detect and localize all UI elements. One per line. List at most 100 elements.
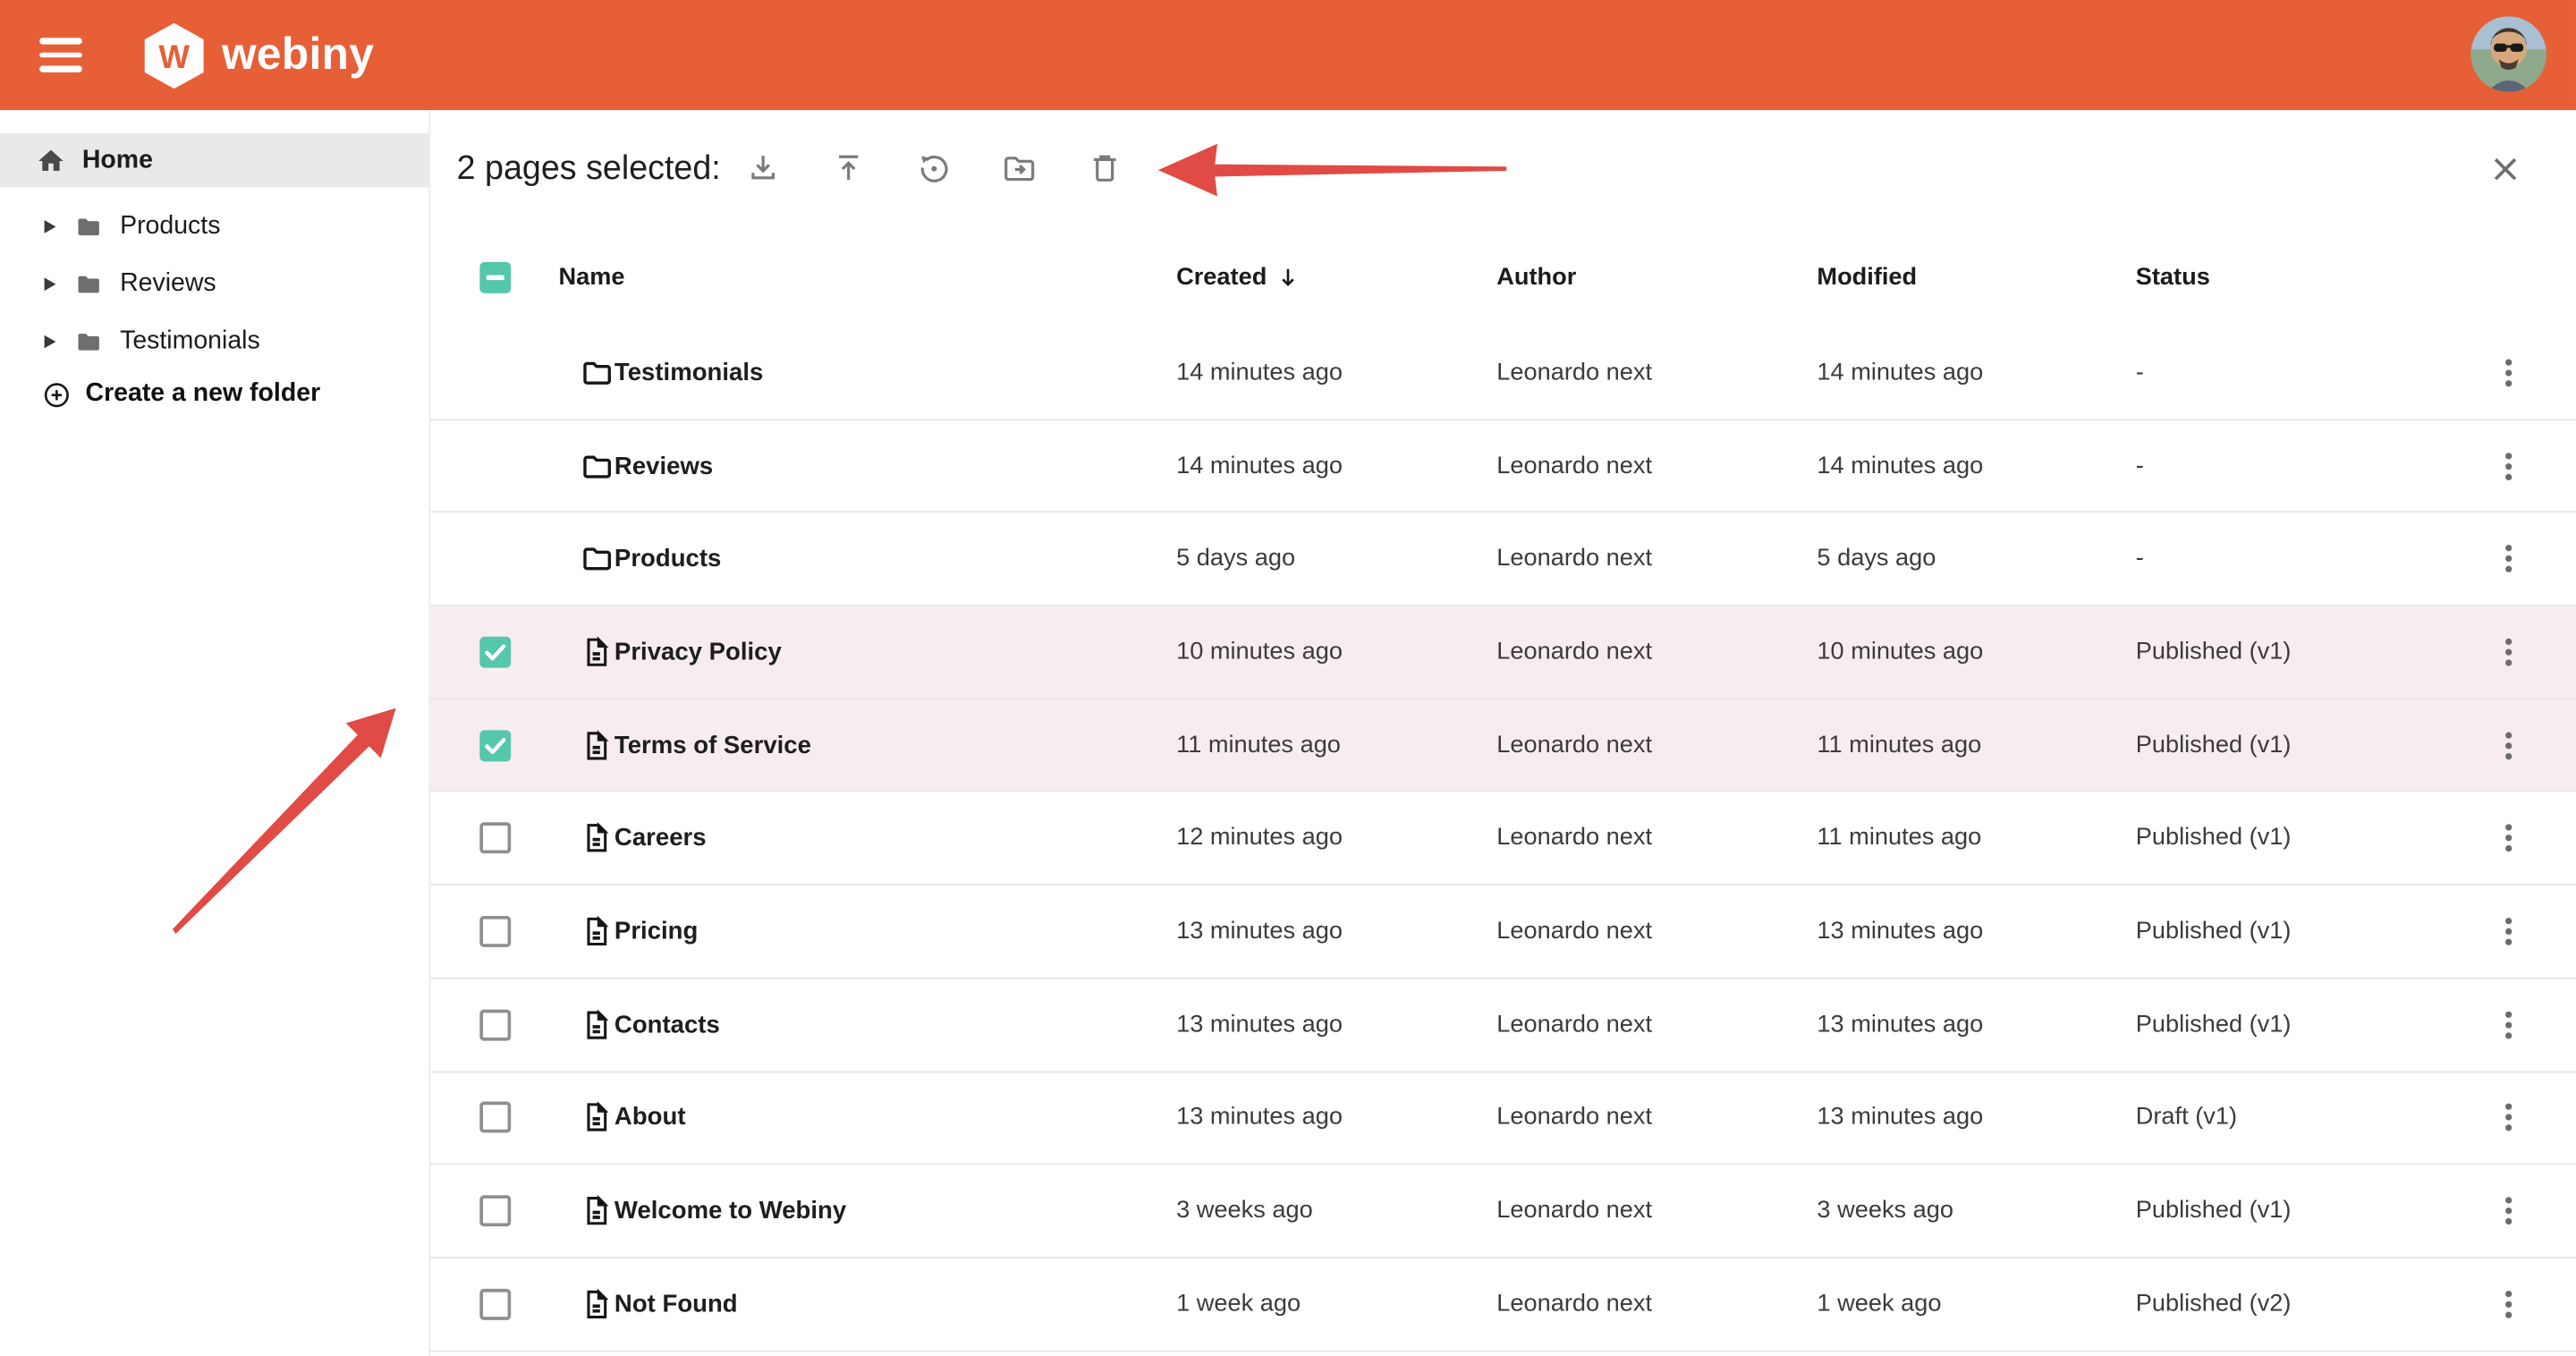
row-checkbox[interactable] [479,637,511,668]
row-checkbox[interactable] [479,1288,511,1319]
svg-text:W: W [158,38,190,74]
row-actions-menu-button[interactable] [2487,814,2530,863]
row-author: Leonardo next [1496,546,1652,572]
row-author: Leonardo next [1496,919,1652,945]
caret-right-icon[interactable] [45,277,56,291]
row-checkbox[interactable] [479,730,511,761]
column-header-author[interactable]: Author [1496,264,1576,290]
row-status: Published (v1) [2136,1012,2292,1038]
row-modified: 13 minutes ago [1817,1105,1983,1131]
user-avatar[interactable] [2470,16,2546,91]
menu-icon[interactable] [39,38,82,72]
row-author: Leonardo next [1496,1291,1652,1317]
row-checkbox[interactable] [479,1195,511,1226]
folder-icon [74,212,104,242]
bulk-actions-bar: 2 pages selected: [428,110,2576,228]
sidebar-item-testimonials[interactable]: Testimonials [0,314,428,369]
close-selection-button[interactable] [2480,144,2529,193]
kebab-menu-icon [2490,1004,2526,1044]
sidebar-item-label: Testimonials [120,327,260,357]
row-name[interactable]: Not Found [614,1290,738,1318]
download-button[interactable] [731,137,793,199]
row-actions-menu-button[interactable] [2487,1093,2530,1142]
selected-count-label: 2 pages selected: [457,148,721,188]
folder-icon [74,269,104,299]
row-name[interactable]: Contacts [614,1011,720,1038]
column-header-name[interactable]: Name [558,264,624,290]
row-author: Leonardo next [1496,1012,1652,1038]
page-icon [580,914,613,949]
row-status: - [2136,546,2144,572]
row-created: 13 minutes ago [1176,1105,1343,1131]
row-name[interactable]: Products [614,545,721,572]
table-row[interactable]: Reviews 14 minutes ago Leonardo next 14 … [428,420,2576,513]
kebab-menu-icon [2490,353,2526,393]
kebab-menu-icon [2490,911,2526,951]
row-checkbox[interactable] [479,916,511,947]
page-icon [580,1287,613,1322]
row-modified: 14 minutes ago [1817,360,1983,386]
row-checkbox[interactable] [479,1102,511,1133]
row-created: 13 minutes ago [1176,1012,1343,1038]
sidebar-item-products[interactable]: Products [0,199,428,254]
table-header-row: Name Created Author Modified Status [428,226,2576,326]
table-row[interactable]: Pricing 13 minutes ago Leonardo next 13 … [428,886,2576,979]
row-status: Published (v1) [2136,1198,2292,1224]
page-icon [580,1007,613,1042]
table-row[interactable]: Not Found 1 week ago Leonardo next 1 wee… [428,1259,2576,1352]
sidebar-item-label: Products [120,212,220,242]
row-checkbox[interactable] [479,823,511,854]
top-app-bar: W webiny [0,0,2576,110]
row-actions-menu-button[interactable] [2487,907,2530,956]
row-checkbox[interactable] [479,1009,511,1040]
row-modified: 3 weeks ago [1817,1198,1953,1224]
create-new-folder-button[interactable]: Create a new folder [0,367,428,422]
column-header-modified[interactable]: Modified [1817,264,1917,290]
table-row[interactable]: About 13 minutes ago Leonardo next 13 mi… [428,1072,2576,1165]
row-name[interactable]: Terms of Service [614,732,811,759]
row-actions-menu-button[interactable] [2487,441,2530,490]
row-actions-menu-button[interactable] [2487,1186,2530,1235]
row-actions-menu-button[interactable] [2487,348,2530,397]
row-actions-menu-button[interactable] [2487,1000,2530,1049]
kebab-menu-icon [2490,1098,2526,1138]
row-name[interactable]: Reviews [614,452,713,479]
row-actions-menu-button[interactable] [2487,534,2530,583]
checkmark-icon [479,730,511,761]
row-name[interactable]: Pricing [614,918,698,945]
move-to-folder-button[interactable] [987,137,1050,199]
row-modified: 10 minutes ago [1817,639,1983,665]
row-modified: 5 days ago [1817,546,1936,572]
table-row[interactable]: Welcome to Webiny 3 weeks ago Leonardo n… [428,1165,2576,1259]
select-all-checkbox[interactable] [479,261,511,292]
row-name[interactable]: Welcome to Webiny [614,1197,846,1225]
sidebar-item-reviews[interactable]: Reviews [0,257,428,312]
row-actions-menu-button[interactable] [2487,721,2530,770]
row-author: Leonardo next [1496,826,1652,852]
row-name[interactable]: Privacy Policy [614,638,782,665]
row-name[interactable]: Testimonials [614,359,763,386]
row-actions-menu-button[interactable] [2487,1279,2530,1328]
row-modified: 14 minutes ago [1817,453,1983,479]
row-name[interactable]: About [614,1104,686,1131]
caret-right-icon[interactable] [45,335,56,349]
table-row[interactable]: Testimonials 14 minutes ago Leonardo nex… [428,327,2576,420]
table-row[interactable]: Privacy Policy 10 minutes ago Leonardo n… [428,606,2576,699]
table-row[interactable]: Careers 12 minutes ago Leonardo next 11 … [428,792,2576,886]
webiny-hexagon-logo-icon: W [145,22,204,88]
row-name[interactable]: Careers [614,825,707,852]
sidebar-item-home[interactable]: Home [0,133,428,188]
table-row[interactable]: Contacts 13 minutes ago Leonardo next 13… [428,979,2576,1072]
row-actions-menu-button[interactable] [2487,627,2530,676]
delete-button[interactable] [1072,137,1135,199]
restore-button[interactable] [902,137,964,199]
table-body: Testimonials 14 minutes ago Leonardo nex… [428,327,2576,1352]
column-header-created[interactable]: Created [1176,264,1300,290]
kebab-menu-icon [2490,1191,2526,1231]
table-row[interactable]: Terms of Service 11 minutes ago Leonardo… [428,699,2576,792]
table-row[interactable]: Products 5 days ago Leonardo next 5 days… [428,513,2576,606]
caret-right-icon[interactable] [45,220,56,233]
column-header-status[interactable]: Status [2136,264,2210,290]
checkmark-icon [479,637,511,668]
publish-button[interactable] [817,137,879,199]
